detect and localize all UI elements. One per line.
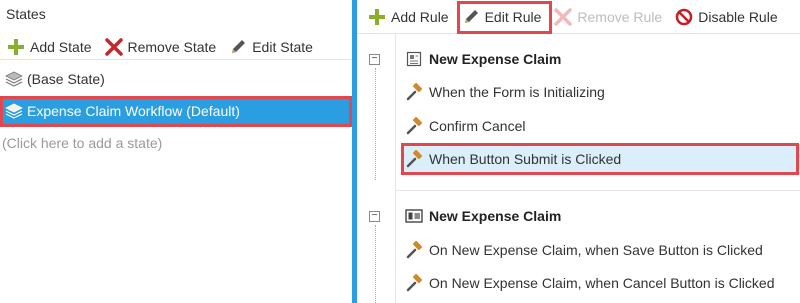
pencil-icon bbox=[461, 7, 481, 27]
plus-icon bbox=[6, 37, 26, 57]
add-state-button[interactable]: Add State bbox=[0, 35, 98, 59]
gavel-icon bbox=[405, 82, 425, 102]
rule-label: On New Expense Claim, when Save Button i… bbox=[429, 242, 763, 258]
collapse-toggle-group-2[interactable]: − bbox=[369, 211, 380, 222]
remove-x-icon bbox=[104, 37, 124, 57]
remove-rule-label: Remove Rule bbox=[577, 8, 663, 25]
remove-state-label: Remove State bbox=[127, 38, 217, 55]
gavel-icon bbox=[405, 240, 425, 260]
remove-state-button[interactable]: Remove State bbox=[98, 35, 223, 59]
gavel-icon bbox=[405, 273, 425, 293]
rule-label: When Button Submit is Clicked bbox=[429, 151, 622, 167]
rule-group-title: New Expense Claim bbox=[429, 208, 562, 224]
gavel-icon bbox=[405, 149, 425, 169]
state-item-label: (Base State) bbox=[27, 71, 105, 87]
disable-rule-label: Disable Rule bbox=[698, 8, 778, 25]
no-entry-icon bbox=[674, 7, 694, 27]
state-item-label: Expense Claim Workflow (Default) bbox=[27, 103, 240, 119]
layers-icon bbox=[4, 69, 24, 89]
rule-label: When the Form is Initializing bbox=[429, 84, 605, 100]
rule-item-selected[interactable]: When Button Submit is Clicked bbox=[403, 144, 800, 174]
rule-item[interactable]: Confirm Cancel bbox=[403, 111, 800, 141]
rule-label: On New Expense Claim, when Cancel Button… bbox=[429, 275, 775, 291]
rule-group-title: New Expense Claim bbox=[429, 51, 562, 67]
edit-state-button[interactable]: Edit State bbox=[222, 35, 319, 59]
rule-item[interactable]: On New Expense Claim, when Save Button i… bbox=[403, 235, 800, 265]
rule-group-header: New Expense Claim bbox=[405, 202, 561, 230]
add-rule-label: Add Rule bbox=[391, 8, 449, 25]
tree-gutter bbox=[395, 34, 396, 303]
form-icon bbox=[405, 50, 423, 68]
rule-group-header: New Expense Claim bbox=[405, 45, 561, 73]
view-icon bbox=[405, 207, 423, 225]
remove-x-icon bbox=[553, 7, 573, 27]
add-state-placeholder[interactable]: (Click here to add a state) bbox=[0, 128, 352, 158]
rule-item[interactable]: When the Form is Initializing bbox=[403, 77, 800, 107]
rule-item[interactable]: On New Expense Claim, when Cancel Button… bbox=[403, 268, 800, 298]
plus-icon bbox=[367, 7, 387, 27]
group-divider bbox=[396, 190, 800, 191]
edit-rule-label: Edit Rule bbox=[484, 8, 542, 25]
edit-rule-button[interactable]: Edit Rule bbox=[455, 5, 548, 29]
layers-icon bbox=[4, 101, 24, 121]
tree-line bbox=[375, 225, 376, 303]
remove-rule-button[interactable]: Remove Rule bbox=[547, 5, 668, 29]
edit-state-label: Edit State bbox=[252, 38, 313, 55]
add-state-label: Add State bbox=[30, 38, 92, 55]
disable-rule-button[interactable]: Disable Rule bbox=[668, 5, 783, 29]
state-item-base[interactable]: (Base State) bbox=[0, 64, 352, 94]
states-panel: States Add State Remove State Edit State… bbox=[0, 0, 352, 303]
states-toolbar: Add State Remove State Edit State bbox=[0, 34, 352, 60]
tree-line bbox=[375, 68, 376, 180]
add-rule-button[interactable]: Add Rule bbox=[361, 5, 455, 29]
gavel-icon bbox=[405, 116, 425, 136]
rules-panel: Add Rule Edit Rule Remove Rule Disable R… bbox=[357, 0, 800, 303]
rules-toolbar: Add Rule Edit Rule Remove Rule Disable R… bbox=[357, 0, 800, 34]
collapse-toggle-group-1[interactable]: − bbox=[369, 54, 380, 65]
states-panel-title: States bbox=[6, 6, 46, 22]
state-item-expense-claim-workflow[interactable]: Expense Claim Workflow (Default) bbox=[0, 96, 352, 126]
pencil-icon bbox=[228, 37, 248, 57]
rule-label: Confirm Cancel bbox=[429, 118, 526, 134]
